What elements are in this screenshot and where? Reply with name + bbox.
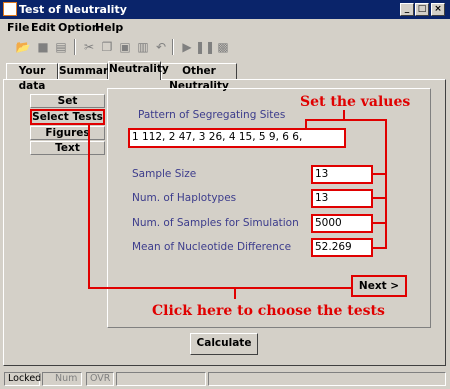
side-tab-set-parameters[interactable]: Set Parameters [30, 94, 105, 120]
open-folder-icon[interactable]: 📂 [14, 38, 32, 56]
annotation-line [88, 125, 90, 289]
mean-difference-label: Mean of Nucleotide Difference [132, 241, 292, 253]
annotation-line [373, 247, 387, 249]
stop-icon[interactable]: ▩ [214, 38, 232, 56]
app-icon [3, 2, 17, 16]
tab-your-data[interactable]: Your data [6, 63, 58, 92]
pattern-field[interactable]: 1 112, 2 47, 3 26, 4 15, 5 9, 6 6, [128, 128, 346, 148]
status-num: Num [42, 372, 82, 386]
toolbar-separator [172, 39, 174, 55]
sample-size-label: Sample Size [132, 168, 197, 180]
annotation-line [373, 173, 387, 175]
maximize-icon[interactable]: □ [415, 3, 429, 16]
samples-simulation-label: Num. of Samples for Simulation [132, 217, 299, 229]
status-message [116, 372, 206, 386]
annotation-line [373, 222, 387, 224]
pattern-label: Pattern of Segregating Sites [138, 109, 286, 121]
undo-icon[interactable]: ↶ [152, 38, 170, 56]
menu-help[interactable]: Help [95, 19, 123, 36]
status-extra [208, 372, 446, 386]
paste-icon[interactable]: ▣ [116, 38, 134, 56]
annotation-set-values: Set the values [300, 94, 411, 110]
calculate-button[interactable]: Calculate [190, 333, 258, 355]
annotation-line [234, 288, 236, 299]
side-tab-text[interactable]: Text [30, 141, 105, 155]
annotation-line [305, 119, 385, 121]
side-tab-select-tests[interactable]: Select Tests [30, 109, 105, 125]
side-tab-figures[interactable]: Figures [30, 126, 105, 140]
toolbar-separator [74, 39, 76, 55]
annotation-line [373, 197, 387, 199]
tab-other-neutrality[interactable]: Other Neutrality [161, 63, 237, 92]
minimize-icon[interactable]: _ [400, 3, 414, 16]
tab-neutrality[interactable]: Neutrality [108, 61, 169, 80]
status-ovr: OVR [86, 372, 114, 386]
close-icon[interactable]: × [431, 3, 445, 16]
annotation-line [385, 119, 387, 249]
status-locked: Locked [4, 372, 41, 386]
tab-summary[interactable]: Summary [58, 63, 115, 79]
haplotypes-field[interactable]: 13 [311, 189, 373, 208]
annotation-choose-tests: Click here to choose the tests [152, 303, 385, 319]
play-icon[interactable]: ▶ [178, 38, 196, 56]
haplotypes-label: Num. of Haplotypes [132, 192, 237, 204]
annotation-line [305, 119, 307, 129]
sample-size-field[interactable]: 13 [311, 165, 373, 184]
menu-file[interactable]: File [7, 19, 30, 36]
print-icon[interactable]: ▤ [52, 38, 70, 56]
pause-icon[interactable]: ❚❚ [195, 38, 215, 56]
cut-icon[interactable]: ✂ [80, 38, 98, 56]
copy-icon[interactable]: ❐ [98, 38, 116, 56]
menu-option[interactable]: Option [58, 19, 100, 36]
menu-edit[interactable]: Edit [31, 19, 55, 36]
window-title: Test of Neutrality [19, 3, 127, 16]
annotation-line [88, 287, 351, 289]
samples-simulation-field[interactable]: 5000 [311, 214, 373, 233]
delete-icon[interactable]: ▥ [134, 38, 152, 56]
mean-difference-field[interactable]: 52.269 [311, 238, 373, 257]
next-button[interactable]: Next > [351, 275, 407, 297]
save-icon[interactable]: ■ [34, 38, 52, 56]
